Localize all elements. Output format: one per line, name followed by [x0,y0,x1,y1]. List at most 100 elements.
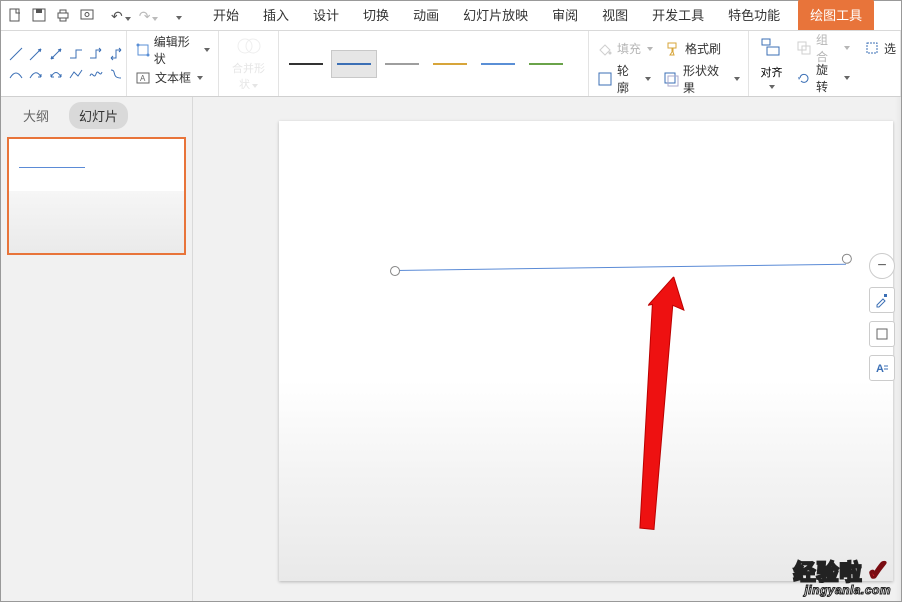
watermark-text: 经验啦 [794,560,863,585]
shape-arrow-icon[interactable] [27,45,45,63]
title-and-tabs-bar: ↶ ↷ 开始 插入 设计 切换 动画 幻灯片放映 审阅 视图 开发工具 特色功能… [1,1,901,31]
shape-double-arrow-icon[interactable] [47,45,65,63]
shape-freeform-icon[interactable] [67,65,85,83]
crop-button[interactable] [869,321,895,347]
thumbnail-pane[interactable] [1,133,192,601]
watermark-check-icon: ✓ [867,555,891,586]
align-button[interactable]: 对齐 [757,35,786,92]
tab-view[interactable]: 视图 [590,0,640,30]
shape-elbow-arrow-icon[interactable] [87,45,105,63]
select-icon [864,40,880,56]
thumbnail-shape-preview [19,167,85,168]
svg-text:A: A [140,74,146,83]
tab-slideshow[interactable]: 幻灯片放映 [451,0,540,30]
selected-line-shape[interactable] [396,264,846,271]
sidebar-tab-outline[interactable]: 大纲 [13,102,59,129]
rotate-label: 旋转 [816,61,838,95]
group-label: 组合 [816,31,838,65]
tab-drawing-tools[interactable]: 绘图工具 [798,0,874,30]
minus-icon: − [877,257,886,275]
tab-design[interactable]: 设计 [301,0,351,30]
tab-transition[interactable]: 切换 [351,0,401,30]
line-handle-end[interactable] [842,254,852,264]
outline-button[interactable]: 轮廓 [597,66,651,92]
workspace: 大纲 幻灯片 − A [1,97,901,601]
outline-label: 轮廓 [617,62,639,96]
merge-shapes-label: 合并形状 [232,63,265,91]
tab-animation[interactable]: 动画 [401,0,451,30]
floating-tools: − A [869,253,895,381]
edit-shape-icon [135,42,150,58]
qat-save-icon[interactable] [31,7,47,26]
shape-curve-double-icon[interactable] [47,65,65,83]
format-painter-label: 格式刷 [685,40,721,57]
line-shape-grid[interactable] [7,45,120,83]
outline-icon [597,71,613,87]
group-icon [796,40,812,56]
textbox-label: 文本框 [155,69,191,86]
svg-text:A: A [876,363,884,375]
qat-new-icon[interactable] [7,7,23,26]
rotate-icon [796,70,812,86]
shape-effects-icon [663,71,679,87]
edit-shape-label: 编辑形状 [154,33,198,67]
style-5[interactable] [475,50,521,78]
qat-print-icon[interactable] [55,7,71,26]
textfx-button[interactable]: A [869,355,895,381]
textbox-button[interactable]: A 文本框 [135,64,210,92]
shape-scribble-icon[interactable] [87,65,105,83]
qat-redo-button[interactable]: ↷ [139,8,159,25]
format-painter-button[interactable]: 格式刷 [665,36,721,62]
style-6[interactable] [523,50,569,78]
tab-review[interactable]: 审阅 [540,0,590,30]
shape-curve-icon[interactable] [7,65,25,83]
group-merge-shapes: 合并形状 [219,31,279,96]
slide-thumbnail-1[interactable] [7,137,186,255]
shape-curve-arrow-icon[interactable] [27,65,45,83]
eyedropper-button[interactable] [869,287,895,313]
text-a-icon: A [874,360,890,376]
edit-shape-button[interactable]: 编辑形状 [135,36,210,64]
rotate-button[interactable]: 旋转 [796,65,850,91]
merge-shapes-icon [235,35,263,57]
group-shape-styles [279,31,589,96]
fill-label: 填充 [617,40,641,57]
qat-dropdown-icon[interactable] [174,9,182,23]
fill-button: 填充 [597,36,653,62]
bucket-icon [597,41,613,57]
select-pane-button[interactable]: 选 [864,35,896,61]
watermark: 经验啦✓ jingyanla.com [794,554,891,597]
slide-canvas-area[interactable]: − A [193,97,901,601]
group-edit: 编辑形状 A 文本框 [127,31,219,96]
tab-dev[interactable]: 开发工具 [640,0,716,30]
zoom-out-button[interactable]: − [869,253,895,279]
eyedropper-icon [874,292,890,308]
group-shape-fill: 填充 格式刷 轮廓 形状效果 [589,31,749,96]
sidebar-tabs: 大纲 幻灯片 [1,97,192,133]
shape-effects-button[interactable]: 形状效果 [663,66,740,92]
qat-undo-button[interactable]: ↶ [111,8,131,25]
style-gallery[interactable] [283,50,584,78]
style-3[interactable] [379,50,425,78]
line-handle-start[interactable] [390,266,400,276]
ribbon: 编辑形状 A 文本框 合并形状 [1,31,901,97]
shape-s-curve-icon[interactable] [107,65,125,83]
style-2-selected[interactable] [331,50,377,78]
group-shape-gallery [1,31,127,96]
group-button: 组合 [796,35,850,61]
crop-icon [874,326,890,342]
shape-line-icon[interactable] [7,45,25,63]
slide[interactable] [279,121,893,581]
sidebar-tab-slides[interactable]: 幻灯片 [69,102,128,129]
tab-start[interactable]: 开始 [201,0,251,30]
textbox-icon: A [135,70,151,86]
shape-elbow-icon[interactable] [67,45,85,63]
style-1[interactable] [283,50,329,78]
tab-special[interactable]: 特色功能 [716,0,792,30]
style-4[interactable] [427,50,473,78]
align-icon [758,35,784,61]
tab-insert[interactable]: 插入 [251,0,301,30]
quick-access-toolbar: ↶ ↷ [7,1,182,31]
qat-preview-icon[interactable] [79,7,95,26]
shape-elbow-double-icon[interactable] [107,45,125,63]
